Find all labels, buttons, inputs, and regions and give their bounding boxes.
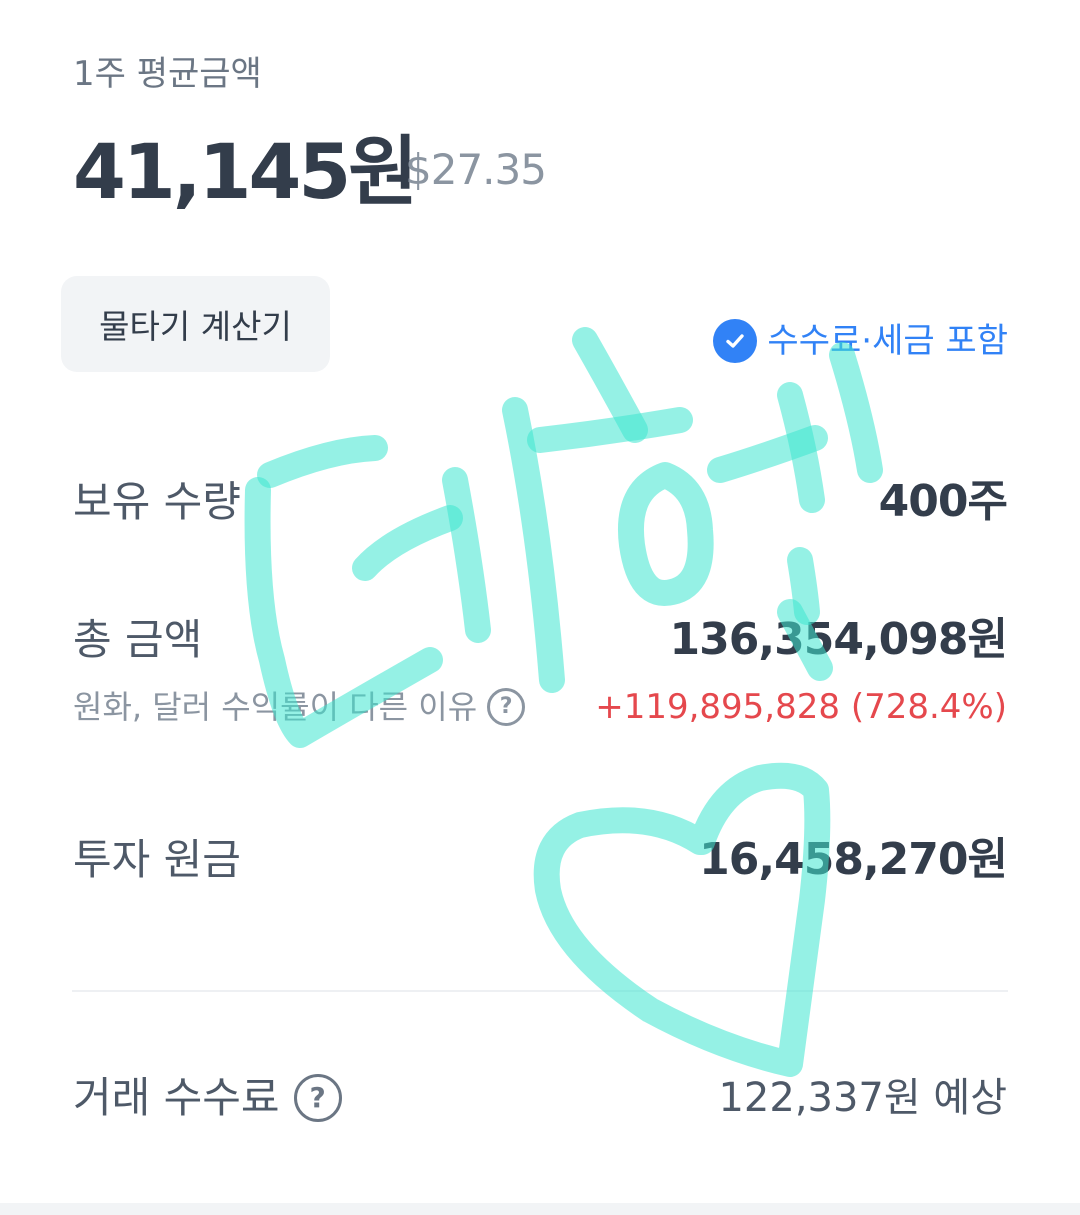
averaging-calculator-button[interactable]: 물타기 계산기 bbox=[61, 276, 330, 372]
average-price-krw: 41,145원 bbox=[73, 127, 418, 216]
trading-fee-row[interactable]: 거래 수수료 ? bbox=[73, 1070, 342, 1126]
trading-fee-label: 거래 수수료 bbox=[73, 1073, 280, 1122]
divider bbox=[72, 990, 1008, 992]
principal-value: 16,458,270원 bbox=[699, 834, 1008, 885]
question-circle-icon[interactable]: ? bbox=[487, 688, 526, 726]
total-amount-label: 총 금액 bbox=[73, 615, 203, 664]
average-price-usd: $27.35 bbox=[405, 145, 547, 194]
return-difference-label: 원화, 달러 수익률이 다른 이유 bbox=[73, 688, 478, 726]
holdings-label: 보유 수량 bbox=[73, 477, 241, 526]
holdings-value: 400주 bbox=[878, 476, 1008, 527]
fee-tax-included-toggle[interactable]: 수수료·세금 포함 bbox=[713, 318, 1008, 364]
total-amount-value: 136,354,098원 bbox=[669, 614, 1008, 665]
principal-label: 투자 원금 bbox=[73, 835, 241, 884]
profit-value: +119,895,828 (728.4%) bbox=[595, 687, 1007, 727]
bottom-section-divider bbox=[0, 1203, 1080, 1215]
question-circle-icon[interactable]: ? bbox=[293, 1074, 342, 1122]
average-price-label: 1주 평균금액 bbox=[73, 54, 262, 94]
check-circle-icon bbox=[713, 319, 758, 363]
return-difference-info-link[interactable]: 원화, 달러 수익률이 다른 이유 ? bbox=[73, 686, 526, 728]
fee-tax-included-label: 수수료·세금 포함 bbox=[767, 321, 1008, 361]
trading-fee-value: 122,337원 예상 bbox=[718, 1075, 1007, 1121]
